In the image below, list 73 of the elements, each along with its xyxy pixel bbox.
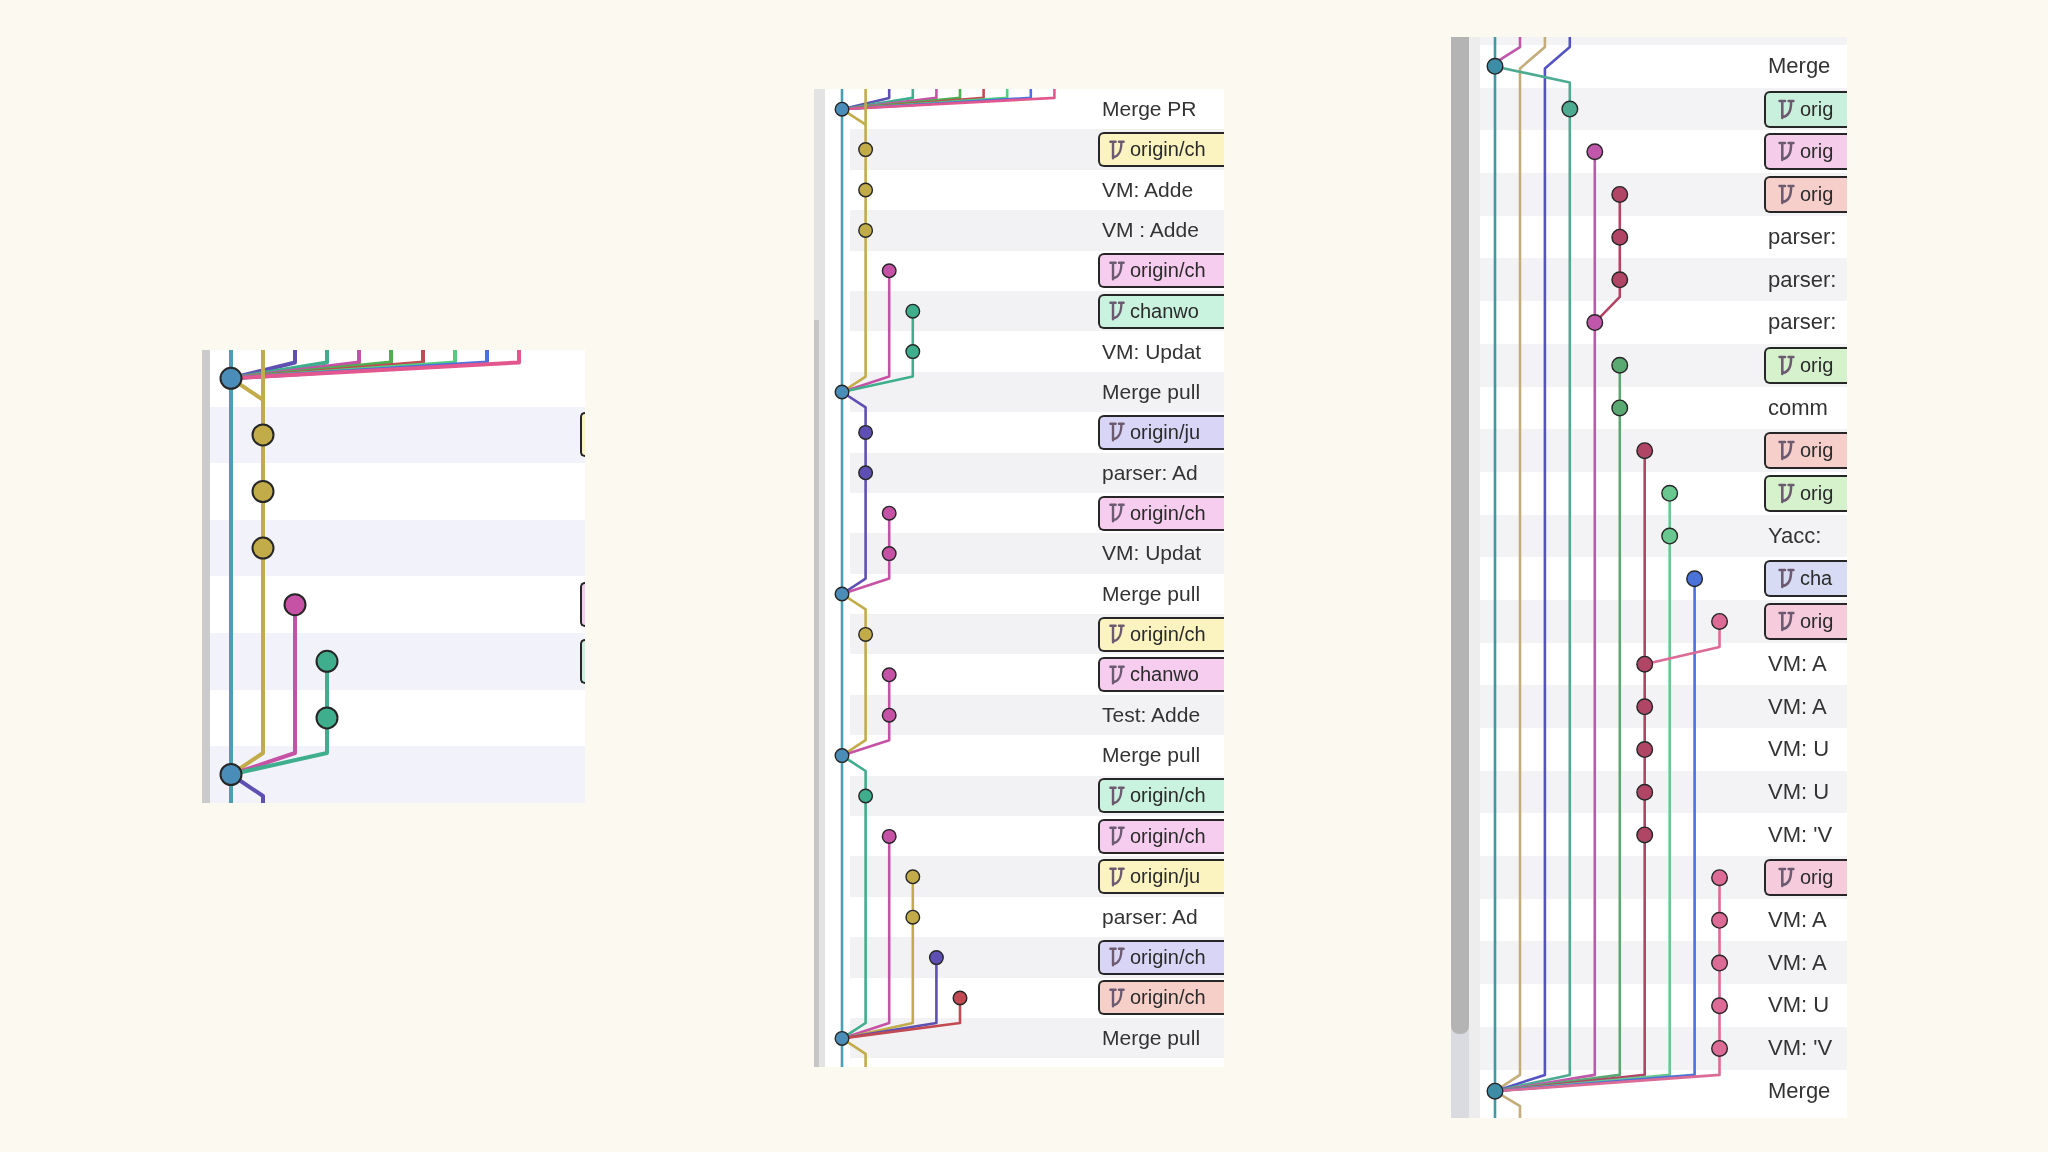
commit-message: VM: A [1767,949,1827,976]
branch-icon [1778,610,1795,632]
branch-icon [1109,866,1125,887]
commit-message: Merge [1767,53,1831,80]
scrollbar[interactable] [1451,37,1480,1118]
commit-message: Merge pull [1101,379,1201,404]
branch-icon [1109,260,1125,281]
branch-name: cha [1800,567,1833,591]
branch-name: origin/ch [1130,501,1206,525]
branch-name: chanwo [1130,663,1199,687]
commit-message: parser: Ad [1101,460,1198,485]
branch-name: origin/ch [1130,784,1206,808]
branch-name: origin/ch [1130,138,1206,162]
branch-name: origin/ju [1130,420,1201,444]
commit-message: VM: A [1767,693,1827,720]
commit-message: parser: [1767,309,1837,336]
branch-icon [1109,503,1125,524]
commit-message: parser: Ad [1101,905,1198,929]
branch-icon [1109,785,1125,806]
branch-name: origin/ch [1130,259,1206,283]
branch-name: origin/ch [1130,622,1206,646]
branch-name: origin/ju [1130,865,1201,889]
branch-name: orig [1800,140,1834,164]
branch-icon [1778,354,1795,376]
branch-name: orig [1800,97,1834,121]
branch-name: orig [1800,609,1834,633]
scrollbar[interactable] [814,89,825,1067]
branch-name: orig [1800,182,1834,206]
branch-icon [1778,866,1795,888]
branch-name: orig [1800,439,1834,463]
commit-message: VM: 'V [1767,1035,1833,1062]
commit-message: parser: [1767,266,1837,293]
commit-message: Test: Adde [1101,703,1201,728]
branch-icon [1109,947,1125,968]
commit-message: VM: A [1767,650,1827,677]
branch-name: origin/ch [1130,824,1206,848]
commit-message: VM: U [1767,779,1830,806]
branch-name: orig [1800,865,1834,889]
branch-icon [1109,987,1125,1008]
branch-icon [1778,440,1795,462]
branch-icon [1778,141,1795,163]
commit-message: Yacc: [1767,522,1822,549]
commit-message: parser: [1767,224,1837,251]
branch-icon [1109,422,1125,443]
branch-icon [1109,624,1125,645]
commit-message: Merge pull [1101,1026,1201,1051]
branch-icon [1109,139,1125,160]
commit-message: Merge PR [1101,97,1197,122]
commit-message: Merge pull [1101,581,1201,606]
branch-name: orig [1800,481,1834,505]
branch-name: origin/ch [1130,945,1206,969]
branch-name: chanwo [1130,299,1199,323]
commit-message: comm [1767,394,1828,421]
branch-name: orig [1800,353,1834,377]
commit-message: VM: Updat [1101,541,1202,566]
branch-icon [1778,568,1795,590]
branch-icon [1109,826,1125,847]
commit-message: VM: U [1767,736,1830,763]
branch-icon [1778,98,1795,120]
branch-icon [1109,301,1125,322]
branch-icon [1778,183,1795,205]
scrollbar[interactable] [202,350,210,803]
commit-message: VM : Adde [1101,218,1199,243]
commit-message: VM: Adde [1101,177,1194,202]
branch-icon [1109,664,1125,685]
commit-message: VM: U [1767,992,1830,1019]
branch-icon [1778,482,1795,504]
commit-message: VM: A [1767,907,1827,934]
branch-name: origin/ch [1130,986,1206,1010]
commit-message: Merge pull [1101,743,1201,768]
commit-message: VM: Updat [1101,339,1202,364]
commit-message: Merge [1767,1077,1831,1104]
commit-message: VM: 'V [1767,821,1833,848]
